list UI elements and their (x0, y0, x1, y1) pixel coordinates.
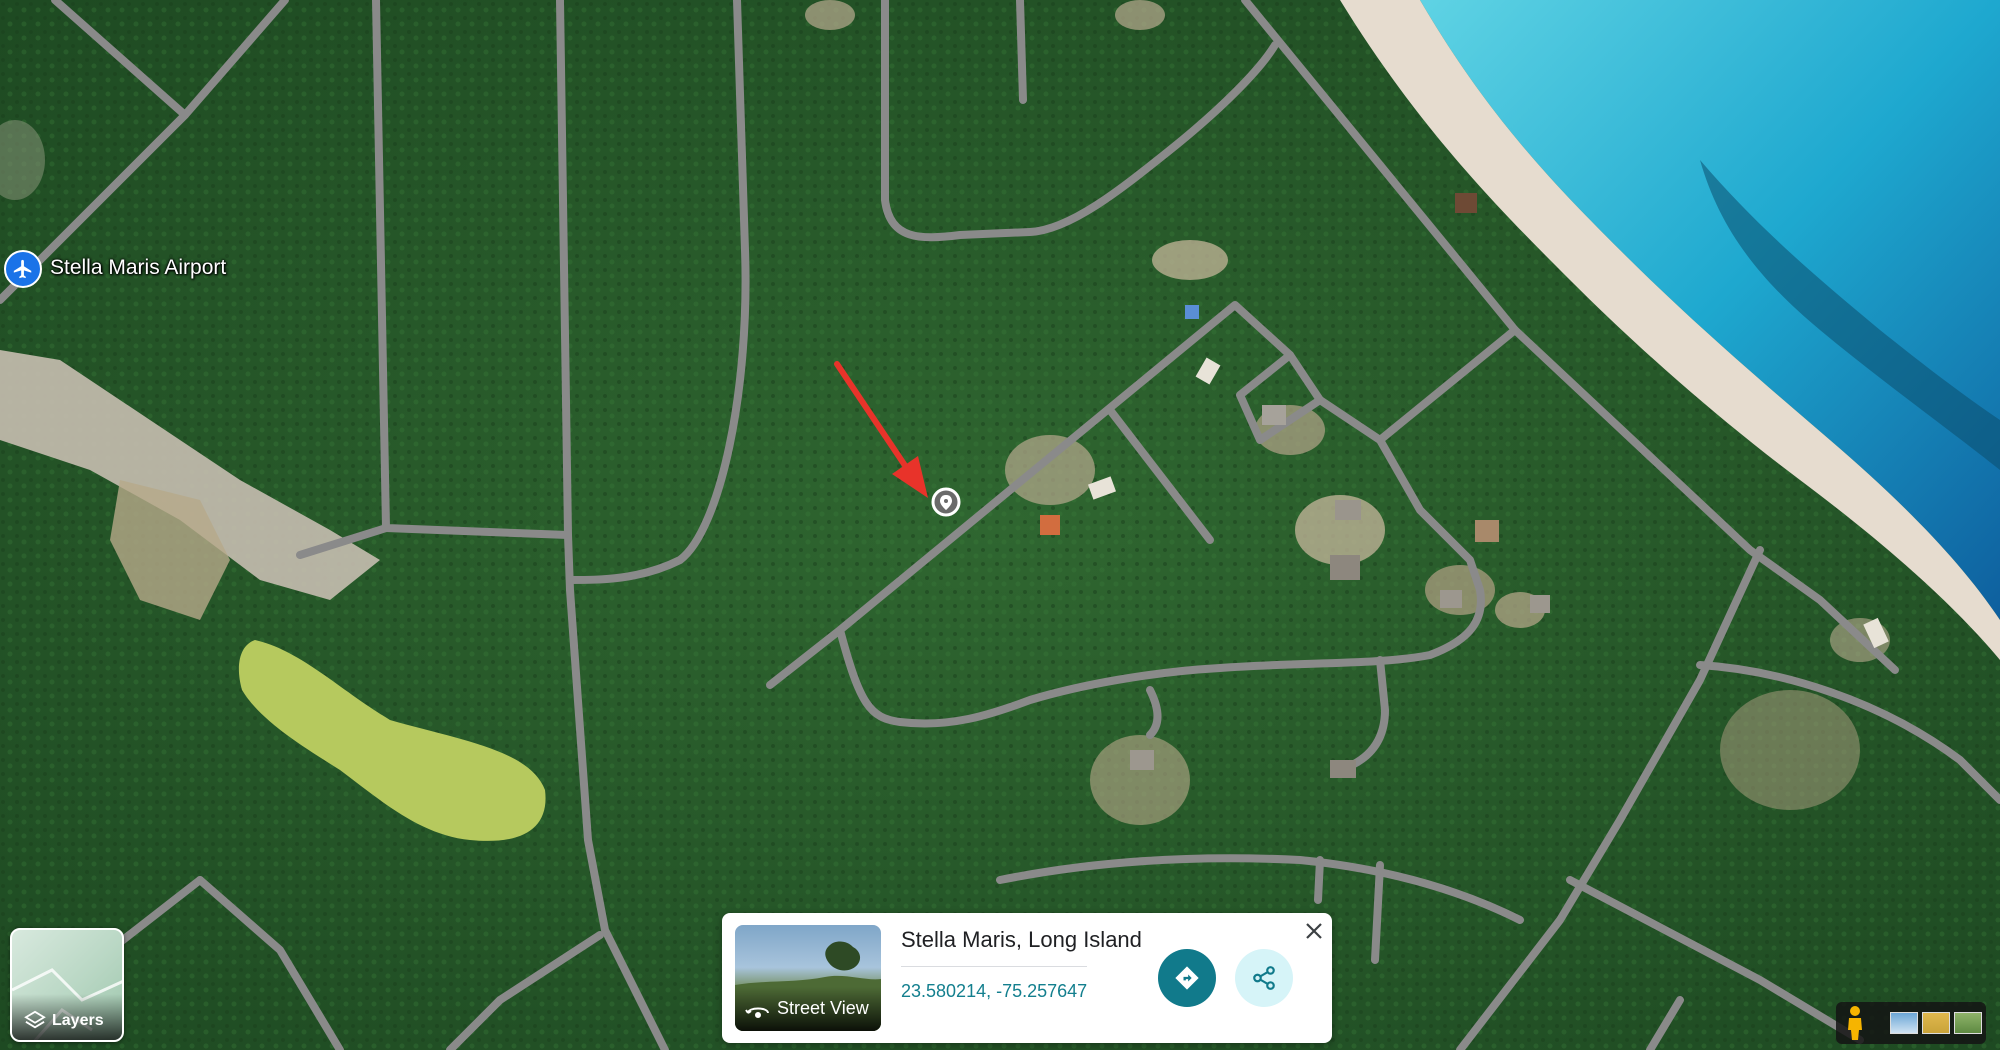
location-pin-icon[interactable] (931, 487, 961, 517)
directions-button[interactable] (1158, 949, 1216, 1007)
share-button[interactable] (1235, 949, 1293, 1007)
satellite-tile[interactable] (1954, 1012, 1982, 1034)
street-view-thumbnail[interactable]: Street View (735, 925, 881, 1031)
place-coordinates[interactable]: 23.580214, -75.257647 (901, 981, 1087, 1002)
pegman-icon[interactable] (1840, 1004, 1870, 1042)
street-view-icon (745, 1007, 769, 1018)
satellite-map[interactable] (0, 0, 2000, 1050)
airplane-icon[interactable] (4, 250, 42, 288)
layers-label: Layers (52, 1012, 104, 1029)
layers-button[interactable]: Layers (10, 928, 124, 1042)
terrain-tile[interactable] (1922, 1012, 1950, 1034)
close-button[interactable] (1302, 919, 1326, 943)
directions-icon (1175, 966, 1199, 990)
map-tile[interactable] (1890, 1012, 1918, 1034)
layers-icon (24, 1010, 46, 1029)
place-title: Stella Maris, Long Island (901, 927, 1142, 952)
close-icon (1306, 923, 1322, 939)
street-view-label: Street View (777, 998, 869, 1018)
place-label-airport[interactable]: Stella Maris Airport (50, 256, 226, 280)
place-card: Street View Stella Maris, Long Island 23… (722, 913, 1332, 1043)
card-divider (901, 966, 1087, 967)
share-icon (1253, 966, 1275, 990)
